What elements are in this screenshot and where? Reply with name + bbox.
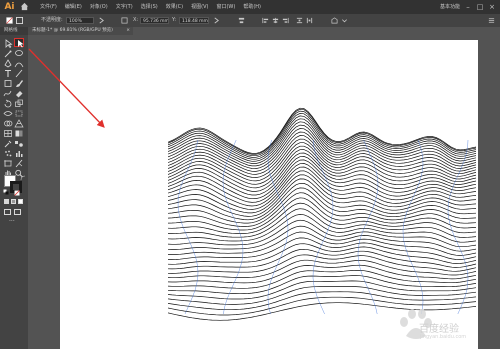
wave-line xyxy=(168,280,477,300)
x-field[interactable]: 95.736 mm xyxy=(140,17,169,24)
draw-mode-button[interactable] xyxy=(4,209,11,215)
envelope-icon[interactable] xyxy=(331,17,338,24)
mesh-tool[interactable] xyxy=(3,129,13,138)
close-tab-icon[interactable]: × xyxy=(126,27,130,35)
tools-panel-tab[interactable]: 网格线 xyxy=(0,27,28,35)
wave-line xyxy=(168,237,477,260)
direct-selection-tool[interactable] xyxy=(3,39,13,48)
scale-tool[interactable] xyxy=(14,99,24,108)
wave-line xyxy=(168,170,477,210)
opacity-field[interactable]: 100% xyxy=(66,17,94,24)
align-right-icon[interactable] xyxy=(282,17,289,24)
free-transform-tool[interactable] xyxy=(14,109,24,118)
type-tool[interactable] xyxy=(3,69,13,78)
home-icon[interactable] xyxy=(20,2,29,11)
eraser-tool[interactable] xyxy=(14,89,24,98)
symbol-sprayer-tool[interactable] xyxy=(3,149,13,158)
screen-mode-button[interactable] xyxy=(14,209,21,215)
wave-line xyxy=(168,254,477,274)
chevron-right-icon[interactable] xyxy=(98,17,105,24)
chevron-down-icon[interactable] xyxy=(341,17,348,24)
menu-help[interactable]: 帮助(H) xyxy=(239,0,265,14)
rectangle-tool[interactable] xyxy=(3,79,13,88)
menu-window[interactable]: 窗口(W) xyxy=(212,0,239,14)
color-mode-button[interactable] xyxy=(4,199,9,204)
gradient-mode-button[interactable] xyxy=(11,199,16,204)
menu-bar: Ai 文件(F) 编辑(E) 对象(O) 文字(T) 选择(S) 效果(C) 视… xyxy=(0,0,500,14)
distribute-icon[interactable] xyxy=(296,17,303,24)
pen-tool[interactable] xyxy=(3,59,13,68)
x-label: X: xyxy=(133,17,139,23)
align-center-icon[interactable] xyxy=(272,17,279,24)
wave-line xyxy=(168,214,477,243)
magic-wand-tool[interactable] xyxy=(3,49,13,58)
workspace-switcher[interactable]: 基本功能 xyxy=(440,0,460,14)
minimize-icon[interactable]: – xyxy=(462,0,474,14)
wave-line xyxy=(168,152,477,192)
gradient-tool[interactable] xyxy=(14,129,24,138)
wave-line xyxy=(168,163,477,203)
swap-colors-icon[interactable] xyxy=(20,175,26,181)
artboard-tool[interactable] xyxy=(3,159,13,168)
chevron-right-icon[interactable] xyxy=(213,17,220,24)
menu-file[interactable]: 文件(F) xyxy=(36,0,61,14)
curvature-tool[interactable] xyxy=(14,59,24,68)
document-tab-title: 未标题-1* @ 69.81% (RGB/GPU 预览) xyxy=(32,28,113,33)
selection-tool[interactable] xyxy=(14,38,24,48)
paintbrush-tool[interactable] xyxy=(14,79,24,88)
perspective-grid-tool[interactable] xyxy=(14,119,24,128)
menu-view[interactable]: 视图(V) xyxy=(187,0,212,14)
align-left-icon[interactable] xyxy=(262,17,269,24)
menu-type[interactable]: 文字(T) xyxy=(112,0,137,14)
close-icon[interactable]: × xyxy=(486,0,498,14)
default-colors-icon[interactable] xyxy=(3,189,9,195)
tools-panel: ··· xyxy=(0,35,28,349)
menu-select[interactable]: 选择(S) xyxy=(137,0,162,14)
transform-icon[interactable] xyxy=(121,17,128,24)
maximize-icon[interactable]: □ xyxy=(474,0,486,14)
none-swatch-icon[interactable] xyxy=(14,190,20,196)
wave-line-artwork[interactable] xyxy=(168,100,478,325)
wave-line xyxy=(168,248,477,270)
wave-line xyxy=(168,149,477,189)
menu-edit[interactable]: 编辑(E) xyxy=(61,0,86,14)
align-icon[interactable] xyxy=(238,17,245,24)
panel-menu-icon[interactable] xyxy=(488,17,495,24)
app-logo: Ai xyxy=(4,2,15,12)
fill-swatch-icon[interactable] xyxy=(6,17,13,24)
y-field[interactable]: 118.48 mm xyxy=(179,17,209,24)
wave-line xyxy=(168,243,477,265)
line-segment-tool[interactable] xyxy=(14,69,24,78)
width-tool[interactable] xyxy=(3,109,13,118)
menu-effect[interactable]: 效果(C) xyxy=(162,0,187,14)
y-label: Y: xyxy=(172,17,177,23)
wave-line xyxy=(168,107,477,154)
control-bar: 不透明度: 100% X: 95.736 mm Y: 118.48 mm xyxy=(0,14,500,27)
shape-builder-tool[interactable] xyxy=(3,119,13,128)
eyedropper-tool[interactable] xyxy=(3,139,13,148)
opacity-label: 不透明度: xyxy=(41,17,63,23)
wave-line xyxy=(168,208,477,238)
slice-tool[interactable] xyxy=(14,159,24,168)
selection-path xyxy=(357,139,379,315)
edit-toolbar-icon[interactable]: ··· xyxy=(9,219,15,225)
wave-line xyxy=(168,118,477,162)
blend-tool[interactable] xyxy=(14,139,24,148)
distribute-vertical-icon[interactable] xyxy=(306,17,313,24)
main-menu: 文件(F) 编辑(E) 对象(O) 文字(T) 选择(S) 效果(C) 视图(V… xyxy=(36,0,265,14)
none-mode-button[interactable] xyxy=(18,199,23,204)
column-graph-tool[interactable] xyxy=(14,149,24,158)
stroke-swatch-icon[interactable] xyxy=(16,17,23,24)
shaper-tool[interactable] xyxy=(3,89,13,98)
watermark-url: jingyan.baidu.com xyxy=(420,334,467,340)
watermark-text: 百度经验 xyxy=(419,324,459,335)
menu-object[interactable]: 对象(O) xyxy=(86,0,112,14)
lasso-tool[interactable] xyxy=(14,49,24,58)
rotate-tool[interactable] xyxy=(3,99,13,108)
document-tab[interactable]: 未标题-1* @ 69.81% (RGB/GPU 预览) × xyxy=(28,27,133,35)
